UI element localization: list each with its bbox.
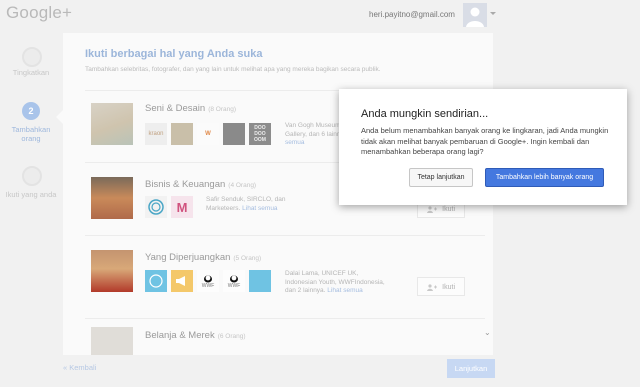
step-3-icon [22,166,42,186]
dialog-message: Anda belum menambahkan banyak orang ke l… [361,126,609,156]
add-more-people-button[interactable]: Tambahkan lebih banyak orang [485,168,604,187]
category-causes-photo[interactable] [91,250,133,292]
scroll-down-chevron-icon[interactable]: ⌄ [484,328,491,337]
top-bar: Google+ heri.payitno@gmail.com [0,0,640,30]
category-art-title[interactable]: Seni & Desain (8 Orang) [145,103,236,114]
divider [85,235,485,236]
step-3-label: Ikuti yang anda [5,190,57,199]
category-causes-desc: Dalai Lama, UNICEF UK, Indonesian Youth,… [285,270,385,294]
step-pointer [56,110,63,124]
category-business-see-all-link[interactable]: Lihat semua [242,205,277,212]
back-link[interactable]: « Kembali [63,363,96,372]
category-causes-thumb-megaphone-icon[interactable] [171,270,193,292]
category-business-photo[interactable] [91,177,133,219]
avatar[interactable] [463,3,487,27]
account-menu-caret-icon[interactable] [490,12,496,15]
category-business-desc: Safir Senduk, SIRCLO, dan Marketeers. Li… [206,196,286,212]
step-1-label: Tingkatkan [12,68,50,77]
category-causes-see-all-link[interactable]: Lihat semua [327,287,362,294]
category-business-title[interactable]: Bisnis & Keuangan (4 Orang) [145,179,256,190]
category-art-thumb-w[interactable]: W [197,123,219,145]
category-art-thumb-2[interactable] [171,123,193,145]
continue-button[interactable]: Lanjutkan [447,359,495,378]
panel-subtitle: Tambahkan selebritas, fotografer, dan ya… [85,66,381,73]
account-email[interactable]: heri.payitno@gmail.com [369,10,455,19]
category-shopping-title[interactable]: Belanja & Merek (6 Orang) [145,330,246,341]
category-causes-thumb-wwf-1[interactable]: WWF [197,270,219,292]
divider [85,318,485,319]
category-causes-thumb-unicef-icon[interactable] [145,270,167,292]
add-person-icon [427,284,437,291]
category-shopping-photo[interactable] [91,327,133,355]
category-art-thumb-4[interactable] [223,123,245,145]
category-art-thumb-doodoo[interactable]: DOO DOO OOM [249,123,271,145]
category-causes-follow-button[interactable]: Ikuti [417,277,465,296]
category-art-photo[interactable] [91,103,133,145]
panel-title: Ikuti berbagai hal yang Anda suka [85,48,263,60]
google-plus-logo[interactable]: Google+ [6,3,72,23]
category-business-thumb-sirclo-icon[interactable] [145,196,167,218]
dialog-title: Anda mungkin sendirian... [361,108,489,120]
continue-anyway-button[interactable]: Tetap lanjutkan [409,168,473,187]
category-art-thumb-kraon[interactable]: kraon [145,123,167,145]
step-1-icon [22,47,42,67]
alone-dialog: Anda mungkin sendirian... Anda belum men… [339,89,627,205]
category-business-thumb-m[interactable]: M [171,196,193,218]
category-causes-thumb-wwf-2[interactable]: WWF [223,270,245,292]
panda-icon [204,275,212,283]
panda-icon [230,275,238,283]
category-causes-title[interactable]: Yang Diperjuangkan (5 Orang) [145,252,261,263]
category-causes-thumb-5[interactable] [249,270,271,292]
step-2-number: 2 [22,102,40,120]
add-person-icon [427,206,437,213]
step-2-label: Tambahkan orang [11,125,51,143]
